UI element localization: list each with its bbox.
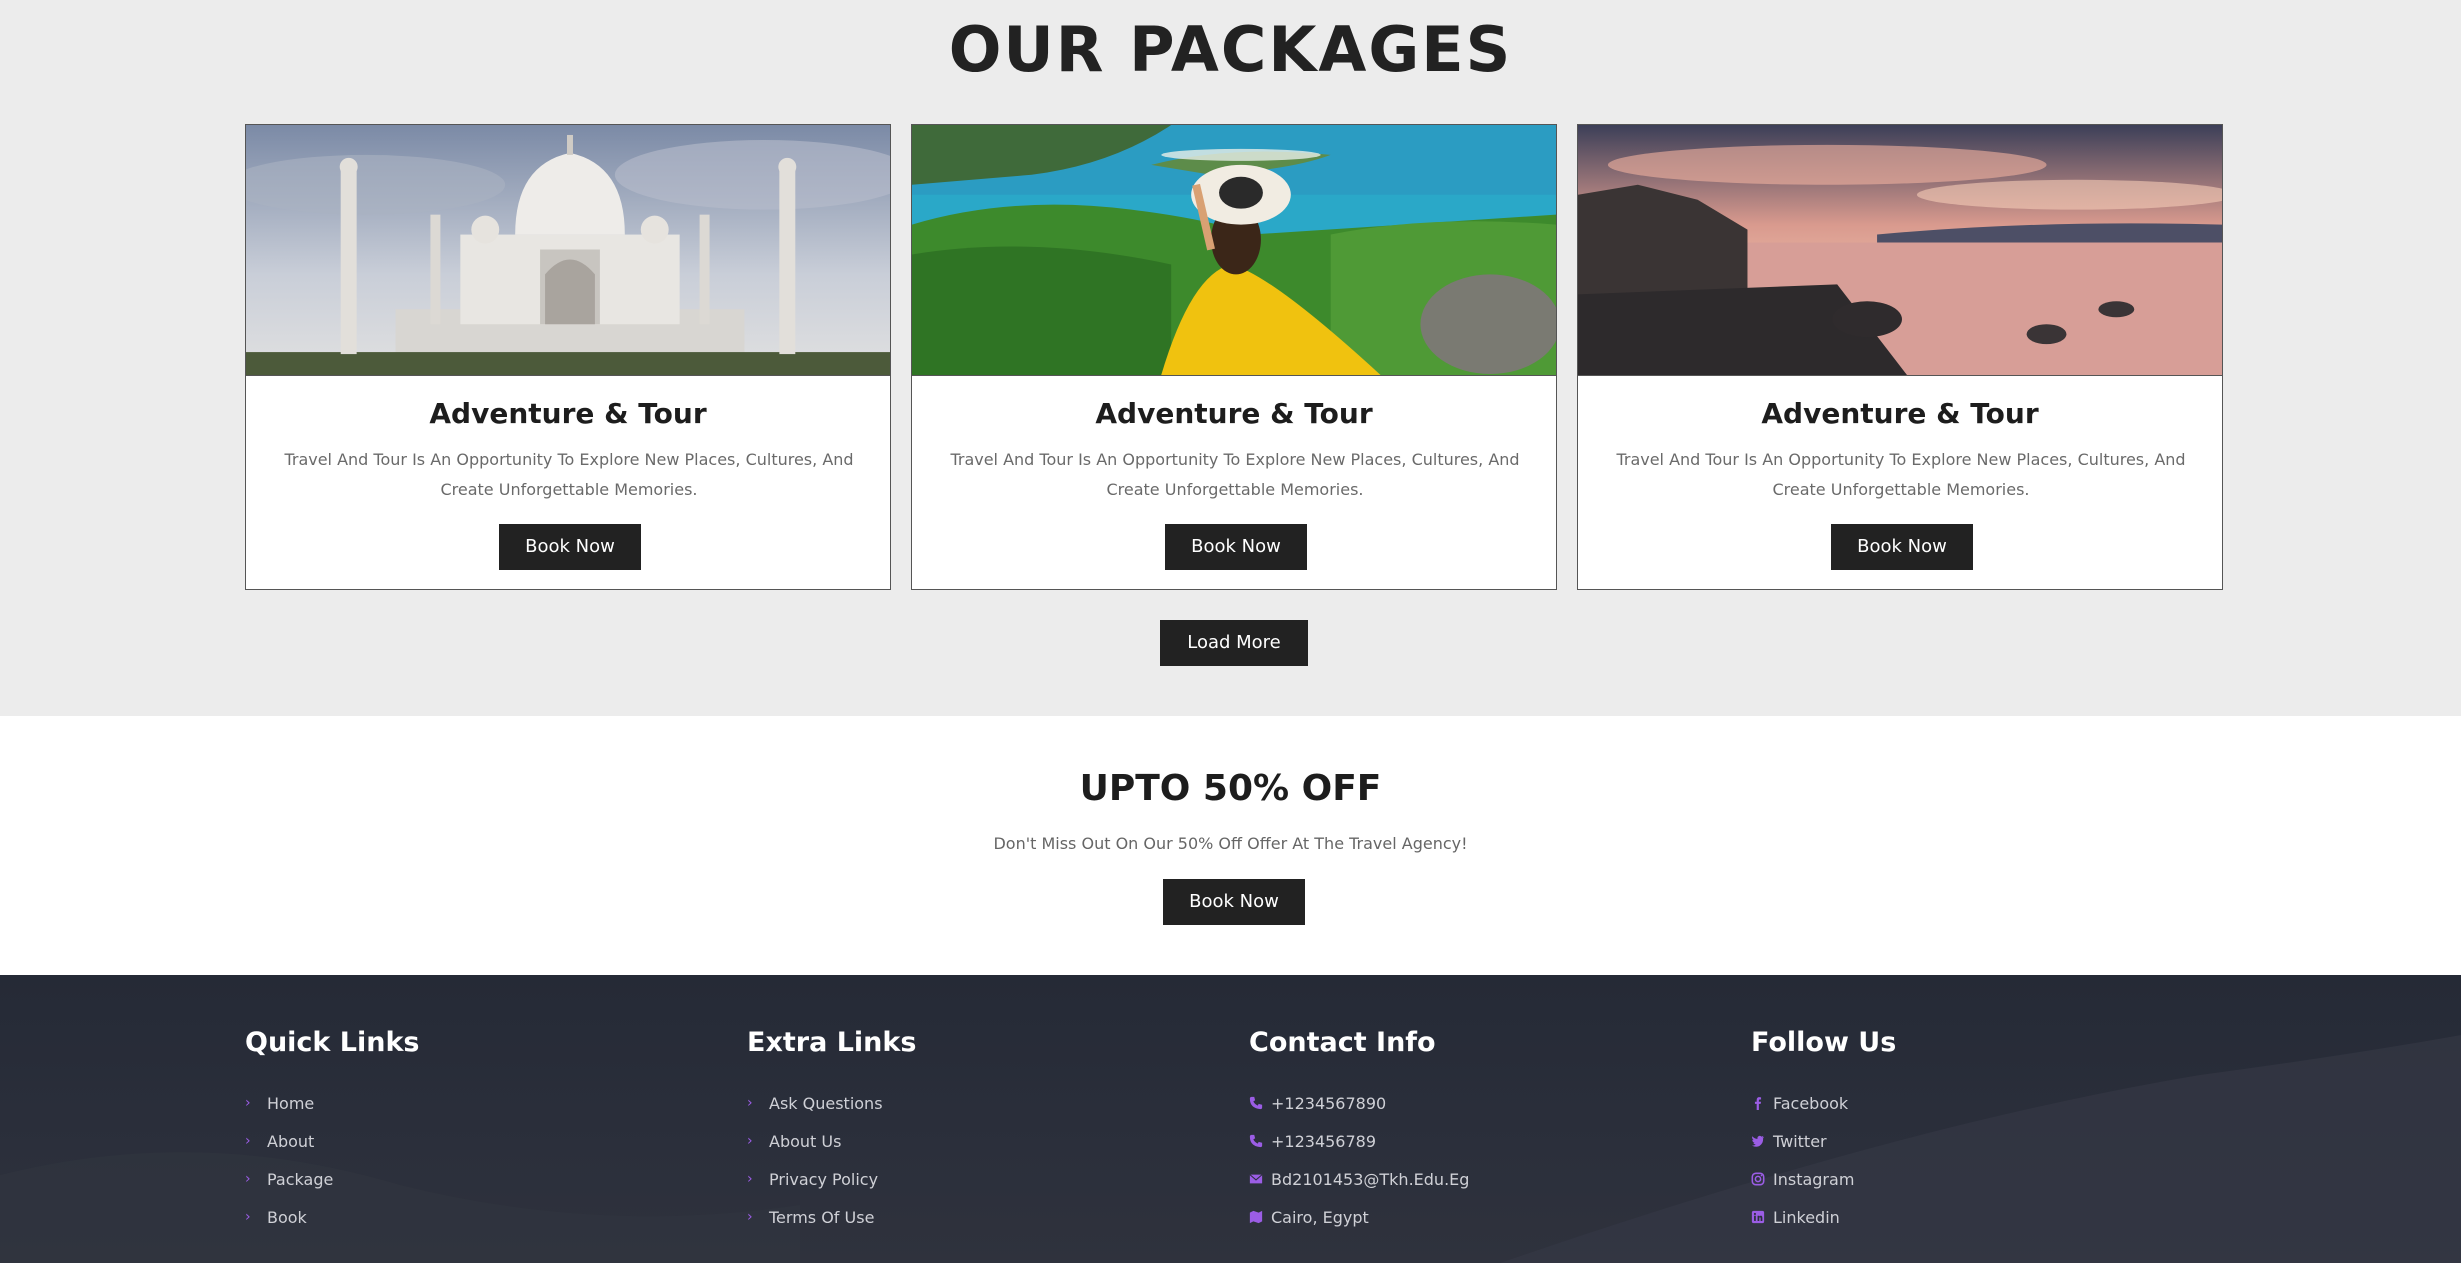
- taj-mahal-image: [246, 125, 890, 376]
- follow-us-column: Follow Us Facebook Twitter Instagram Lin…: [1751, 1027, 2171, 1236]
- chevron-right-icon: ›: [245, 1209, 251, 1225]
- package-card: Adventure & Tour Travel And Tour Is An O…: [1577, 124, 2223, 590]
- chevron-right-icon: ›: [747, 1171, 753, 1187]
- contact-info-column: Contact Info +1234567890 +123456789 Bd21…: [1249, 1027, 1669, 1236]
- footer-link-about-us[interactable]: › About Us: [747, 1122, 1167, 1160]
- contact-email[interactable]: Bd2101453@Tkh.Edu.Eg: [1249, 1160, 1669, 1198]
- quick-links-column: Quick Links › Home › About › Package › Book: [245, 1027, 665, 1236]
- card-description: Travel And Tour Is An Opportunity To Exp…: [1616, 450, 2186, 499]
- quick-links-title: Quick Links: [245, 1027, 420, 1058]
- card-title: Adventure & Tour: [1095, 397, 1373, 430]
- chevron-right-icon: ›: [245, 1133, 251, 1149]
- book-now-button[interactable]: Book Now: [1165, 524, 1307, 570]
- woman-yellow-dress-image: [912, 125, 1556, 376]
- instagram-icon: [1751, 1172, 1773, 1186]
- offer-title: UPTO 50% OFF: [1079, 768, 1382, 809]
- extra-links-title: Extra Links: [747, 1027, 917, 1058]
- section-title: OUR PACKAGES: [948, 13, 1513, 86]
- chevron-right-icon: ›: [747, 1209, 753, 1225]
- package-card: Adventure & Tour Travel And Tour Is An O…: [911, 124, 1557, 590]
- map-icon: [1249, 1210, 1271, 1224]
- book-now-button[interactable]: Book Now: [499, 524, 641, 570]
- rocky-lake-sunset-image: [1578, 125, 2222, 376]
- facebook-icon: [1751, 1096, 1773, 1110]
- twitter-icon: [1751, 1134, 1773, 1148]
- contact-phone-2[interactable]: +123456789: [1249, 1122, 1669, 1160]
- footer: Quick Links › Home › About › Package › Book …: [0, 975, 2461, 1263]
- footer-link-home[interactable]: › Home: [245, 1084, 665, 1122]
- extra-links-column: Extra Links › Ask Questions › About Us › Pr…: [747, 1027, 1167, 1236]
- load-more-button[interactable]: Load More: [1160, 620, 1308, 666]
- contact-location: Cairo, Egypt: [1249, 1198, 1669, 1236]
- packages-section: OUR PACKAGES Adventure & Tour Travel And…: [0, 0, 2461, 716]
- chevron-right-icon: ›: [747, 1095, 753, 1111]
- offer-description: Don't Miss Out On Our 50% Off Offer At T…: [993, 834, 1468, 853]
- card-description: Travel And Tour Is An Opportunity To Exp…: [284, 450, 854, 499]
- card-description: Travel And Tour Is An Opportunity To Exp…: [950, 450, 1520, 499]
- phone-icon: [1249, 1096, 1271, 1110]
- chevron-right-icon: ›: [245, 1095, 251, 1111]
- follow-us-title: Follow Us: [1751, 1027, 1897, 1058]
- offer-book-now-button[interactable]: Book Now: [1163, 879, 1305, 925]
- social-link-twitter[interactable]: Twitter: [1751, 1122, 2171, 1160]
- contact-phone-1[interactable]: +1234567890: [1249, 1084, 1669, 1122]
- book-now-button[interactable]: Book Now: [1831, 524, 1973, 570]
- footer-link-package[interactable]: › Package: [245, 1160, 665, 1198]
- chevron-right-icon: ›: [245, 1171, 251, 1187]
- social-link-linkedin[interactable]: Linkedin: [1751, 1198, 2171, 1236]
- footer-link-privacy-policy[interactable]: › Privacy Policy: [747, 1160, 1167, 1198]
- social-link-facebook[interactable]: Facebook: [1751, 1084, 2171, 1122]
- envelope-icon: [1249, 1172, 1271, 1186]
- footer-link-ask-questions[interactable]: › Ask Questions: [747, 1084, 1167, 1122]
- card-title: Adventure & Tour: [1761, 397, 2039, 430]
- linkedin-icon: [1751, 1210, 1773, 1224]
- phone-icon: [1249, 1134, 1271, 1148]
- footer-link-book[interactable]: › Book: [245, 1198, 665, 1236]
- package-card: Adventure & Tour Travel And Tour Is An O…: [245, 124, 891, 590]
- footer-link-terms-of-use[interactable]: › Terms Of Use: [747, 1198, 1167, 1236]
- social-link-instagram[interactable]: Instagram: [1751, 1160, 2171, 1198]
- footer-link-about[interactable]: › About: [245, 1122, 665, 1160]
- card-title: Adventure & Tour: [429, 397, 707, 430]
- contact-info-title: Contact Info: [1249, 1027, 1436, 1058]
- offer-section: UPTO 50% OFF Don't Miss Out On Our 50% O…: [0, 716, 2461, 975]
- chevron-right-icon: ›: [747, 1133, 753, 1149]
